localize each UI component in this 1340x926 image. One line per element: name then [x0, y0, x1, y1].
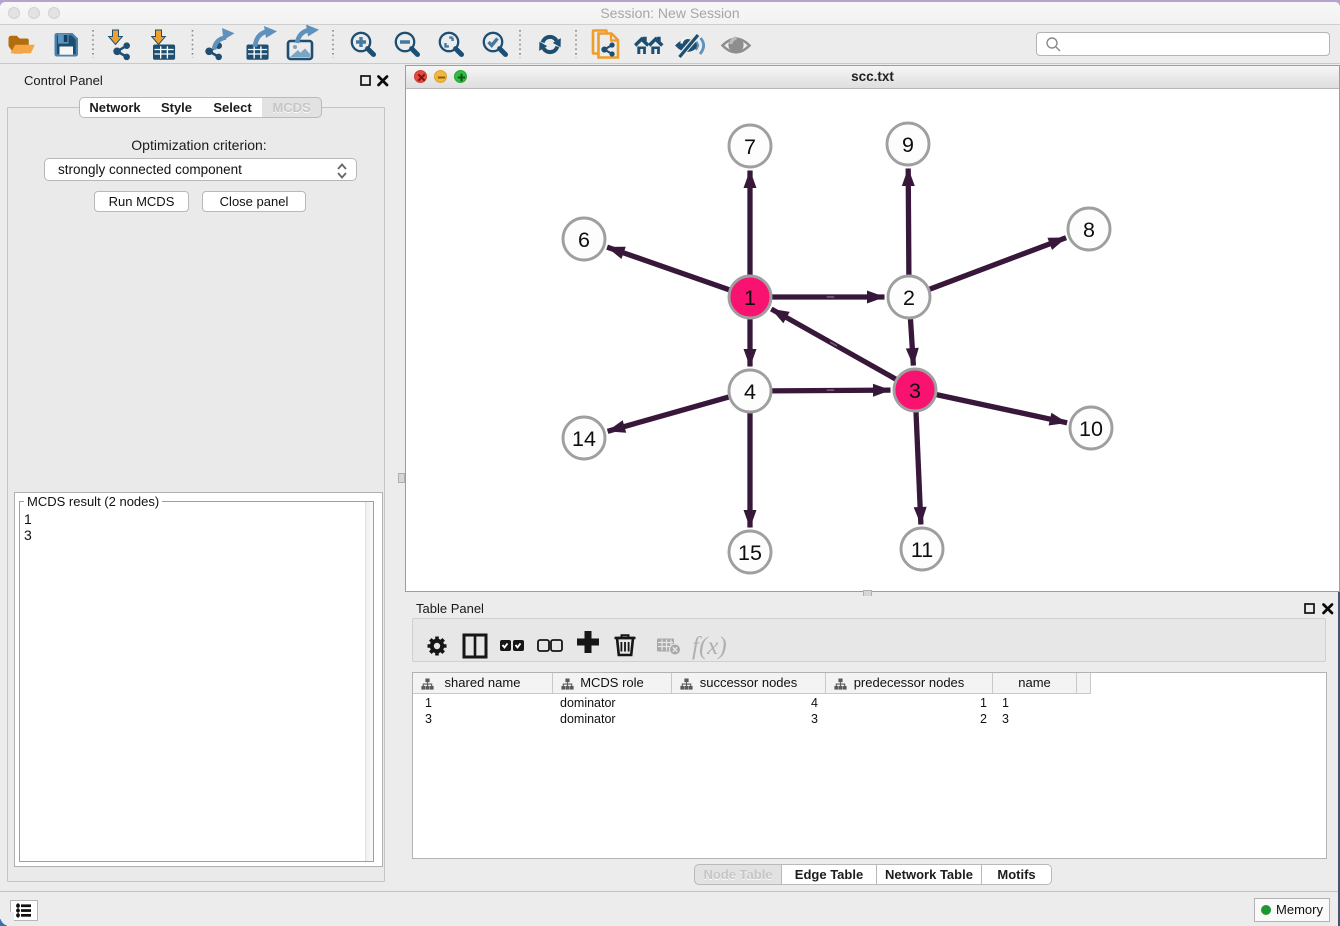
- svg-text:7: 7: [744, 135, 756, 159]
- svg-text:f(x): f(x): [692, 633, 727, 660]
- svg-text:1: 1: [744, 286, 756, 310]
- svg-text:4: 4: [744, 380, 756, 404]
- svg-text:6: 6: [578, 228, 590, 252]
- svg-text:9: 9: [902, 133, 914, 157]
- svg-text:11: 11: [911, 538, 933, 562]
- svg-text:15: 15: [738, 541, 762, 565]
- svg-text:2: 2: [903, 286, 915, 310]
- svg-text:8: 8: [1083, 218, 1095, 242]
- svg-text:3: 3: [909, 379, 921, 403]
- svg-text:14: 14: [572, 427, 596, 451]
- svg-text:10: 10: [1079, 417, 1103, 441]
